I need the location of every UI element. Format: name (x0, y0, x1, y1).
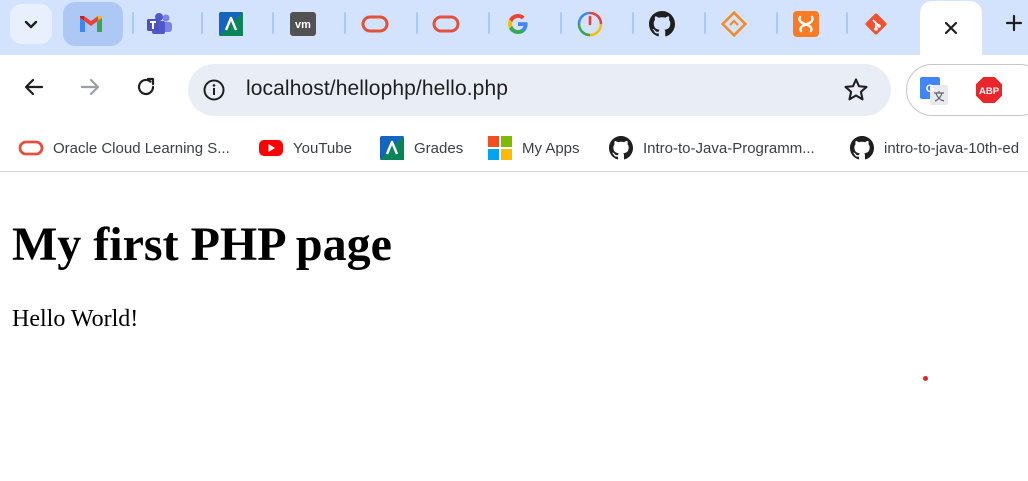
oracle-icon (432, 15, 460, 33)
github-icon (649, 11, 675, 37)
tab-grades[interactable] (201, 2, 261, 46)
tab-google[interactable] (488, 2, 548, 46)
tab-sourcetree[interactable] (704, 2, 764, 46)
gmail-icon (80, 16, 102, 32)
arrow-left-icon (24, 78, 44, 96)
bookmark-grades[interactable]: Grades (379, 135, 463, 161)
bookmark-label: Intro-to-Java-Programm... (643, 139, 815, 157)
arrow-right-icon (80, 78, 100, 96)
tab-active[interactable] (920, 1, 982, 55)
grades-app-icon (219, 12, 243, 36)
github-icon (849, 135, 875, 161)
page-content: My first PHP page Hello World! (0, 181, 1028, 481)
xampp-icon (793, 11, 819, 37)
tab-timer[interactable] (560, 2, 620, 46)
bookmark-youtube[interactable]: YouTube (258, 135, 352, 161)
google-icon (508, 14, 528, 34)
vmware-icon: vm (290, 12, 316, 36)
tab-search-button[interactable] (10, 4, 52, 44)
tab-github[interactable] (632, 2, 692, 46)
git-icon (865, 13, 887, 35)
tab-oracle-1[interactable] (345, 2, 405, 46)
grades-app-icon (379, 135, 405, 161)
bookmark-label: YouTube (293, 139, 352, 157)
tab-strip: vm (0, 0, 1028, 55)
back-button[interactable] (14, 67, 54, 107)
tab-git[interactable] (846, 2, 906, 46)
tab-vmware[interactable]: vm (273, 2, 333, 46)
bookmark-my-apps[interactable]: My Apps (487, 135, 580, 161)
tab-xampp[interactable] (776, 2, 836, 46)
oracle-icon (18, 135, 44, 161)
bookmark-intro-to-java-programming[interactable]: Intro-to-Java-Programm... (608, 135, 815, 161)
microsoft-icon (487, 135, 513, 161)
reload-icon (137, 77, 155, 96)
google-translate-icon[interactable]: G (920, 77, 948, 105)
browser-toolbar: localhost/hellophp/hello.php G ABP (0, 55, 1028, 125)
bookmark-oracle-cloud[interactable]: Oracle Cloud Learning S... (18, 135, 230, 161)
bookmark-star-icon[interactable] (842, 76, 870, 104)
tab-gmail[interactable] (61, 2, 123, 46)
bookmarks-bar: Oracle Cloud Learning S... YouTube Grade… (0, 125, 1028, 172)
oracle-icon (361, 15, 389, 33)
svg-text:ABP: ABP (979, 86, 1000, 97)
bookmark-label: Oracle Cloud Learning S... (53, 139, 230, 157)
reload-button[interactable] (126, 67, 166, 107)
sourcetree-icon (721, 11, 747, 37)
tab-oracle-2[interactable] (416, 2, 476, 46)
extensions-group: G ABP (906, 64, 1028, 116)
close-icon[interactable] (943, 20, 959, 36)
github-icon (608, 135, 634, 161)
tab-teams[interactable] (130, 2, 190, 46)
forward-button[interactable] (70, 67, 110, 107)
svg-text:G: G (926, 83, 935, 95)
site-info-icon[interactable] (202, 78, 226, 102)
new-tab-button[interactable] (999, 8, 1028, 38)
plus-icon (1005, 14, 1023, 32)
bookmark-label: Grades (414, 139, 464, 157)
svg-text:vm: vm (295, 19, 311, 31)
address-bar[interactable]: localhost/hellophp/hello.php (188, 64, 891, 116)
timer-icon (577, 11, 603, 37)
chevron-down-icon (24, 20, 38, 29)
teams-icon (147, 13, 172, 34)
page-heading: My first PHP page (12, 218, 392, 271)
url-text[interactable]: localhost/hellophp/hello.php (246, 77, 508, 101)
page-paragraph: Hello World! (12, 306, 139, 332)
bookmark-intro-to-java-10th-ed[interactable]: intro-to-java-10th-ed (849, 135, 1019, 161)
youtube-icon (258, 135, 284, 161)
adblock-plus-icon[interactable]: ABP (975, 76, 1003, 104)
bookmark-label: My Apps (522, 139, 580, 157)
cursor-dot (923, 376, 928, 381)
bookmark-label: intro-to-java-10th-ed (884, 139, 1020, 157)
